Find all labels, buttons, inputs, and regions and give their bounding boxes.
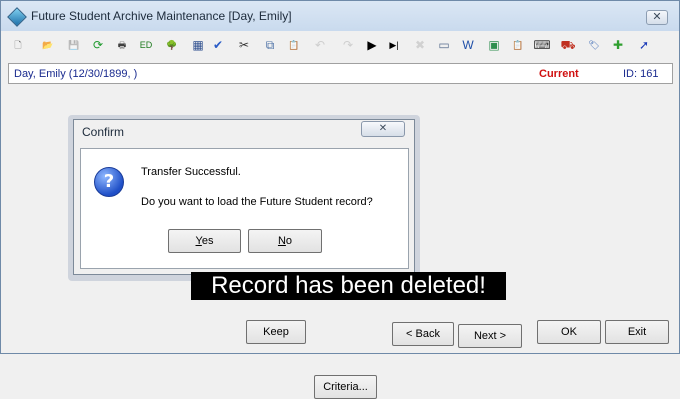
tree-icon[interactable]: 🌳 <box>163 36 181 54</box>
open-folder-icon[interactable]: 📂 <box>39 36 57 54</box>
keep-button[interactable]: Keep <box>246 320 306 344</box>
undo-icon[interactable]: ↶ <box>311 36 329 54</box>
window-close-button[interactable]: ✕ <box>646 10 668 25</box>
play-end-icon[interactable]: ▶| <box>385 36 403 54</box>
toolbar: 🗋 📂 💾 ⟳ 🖶 ED 🌳 ▦ ✔ ✂ ⧉ 📋 ↶ ↷ ▶ ▶| ✖ ▭ W ▣ 📋 ⌨ ⛟ 🏷 ✚ ➚ <box>9 35 677 57</box>
cut-icon[interactable]: ✂ <box>235 36 253 54</box>
criteria-button[interactable]: Criteria... <box>314 375 377 399</box>
app-diamond-icon <box>7 7 27 27</box>
add-record-icon[interactable]: ✚ <box>609 36 627 54</box>
arrow-icon[interactable]: ➚ <box>635 36 653 54</box>
delete-icon[interactable]: ✖ <box>411 36 429 54</box>
ok-button[interactable]: OK <box>537 320 601 344</box>
no-mnemonic: N <box>277 235 286 247</box>
record-header: Day, Emily (12/30/1899, ) Current ID: 16… <box>8 63 673 84</box>
calculator-icon[interactable]: ▦ <box>189 36 207 54</box>
back-button[interactable]: < Back <box>392 322 454 346</box>
record-id: ID: 161 <box>623 68 659 80</box>
dialog-body: ? Transfer Successful. Do you want to lo… <box>80 148 409 269</box>
yes-button[interactable]: Yes <box>168 229 241 253</box>
print-icon[interactable]: 🖶 <box>113 36 131 54</box>
redo-icon[interactable]: ↷ <box>339 36 357 54</box>
record-status: Current <box>539 68 579 80</box>
refresh-icon[interactable]: ⟳ <box>89 36 107 54</box>
next-button[interactable]: Next > <box>458 324 522 348</box>
no-rest: o <box>285 235 293 247</box>
paste-icon[interactable]: 📋 <box>285 36 303 54</box>
play-icon[interactable]: ▶ <box>363 36 381 54</box>
edit-icon[interactable]: ED <box>137 36 155 54</box>
tag-icon[interactable]: 🏷 <box>585 36 603 54</box>
deleted-notice-banner: Record has been deleted! <box>191 272 506 300</box>
grid-icon[interactable]: ▣ <box>485 36 503 54</box>
no-button[interactable]: No <box>248 229 322 253</box>
window-title: Future Student Archive Maintenance [Day,… <box>31 9 292 23</box>
dialog-message-line-1: Transfer Successful. <box>141 166 241 178</box>
spellcheck-icon[interactable]: ✔ <box>209 36 227 54</box>
dialog-title: Confirm <box>82 125 125 139</box>
card-icon[interactable]: ▭ <box>435 36 453 54</box>
keyboard-icon[interactable]: ⌨ <box>533 36 551 54</box>
question-icon: ? <box>94 167 124 197</box>
save-icon[interactable]: 💾 <box>65 36 83 54</box>
stamp-icon[interactable]: ⛟ <box>559 36 577 54</box>
title-bar: Future Student Archive Maintenance [Day,… <box>1 1 679 31</box>
exit-button[interactable]: Exit <box>605 320 669 344</box>
yes-rest: es <box>201 235 214 247</box>
record-name: Day, Emily (12/30/1899, ) <box>14 68 138 80</box>
app-window: Future Student Archive Maintenance [Day,… <box>0 0 680 399</box>
copy-icon[interactable]: ⧉ <box>261 36 279 54</box>
dialog-message-line-2: Do you want to load the Future Student r… <box>141 196 373 208</box>
notes-icon[interactable]: 📋 <box>509 36 527 54</box>
word-icon[interactable]: W <box>459 36 477 54</box>
dialog-close-button[interactable]: ✕ <box>361 121 405 137</box>
new-icon[interactable]: 🗋 <box>9 36 27 54</box>
confirm-dialog: Confirm ✕ ? Transfer Successful. Do you … <box>73 119 415 275</box>
